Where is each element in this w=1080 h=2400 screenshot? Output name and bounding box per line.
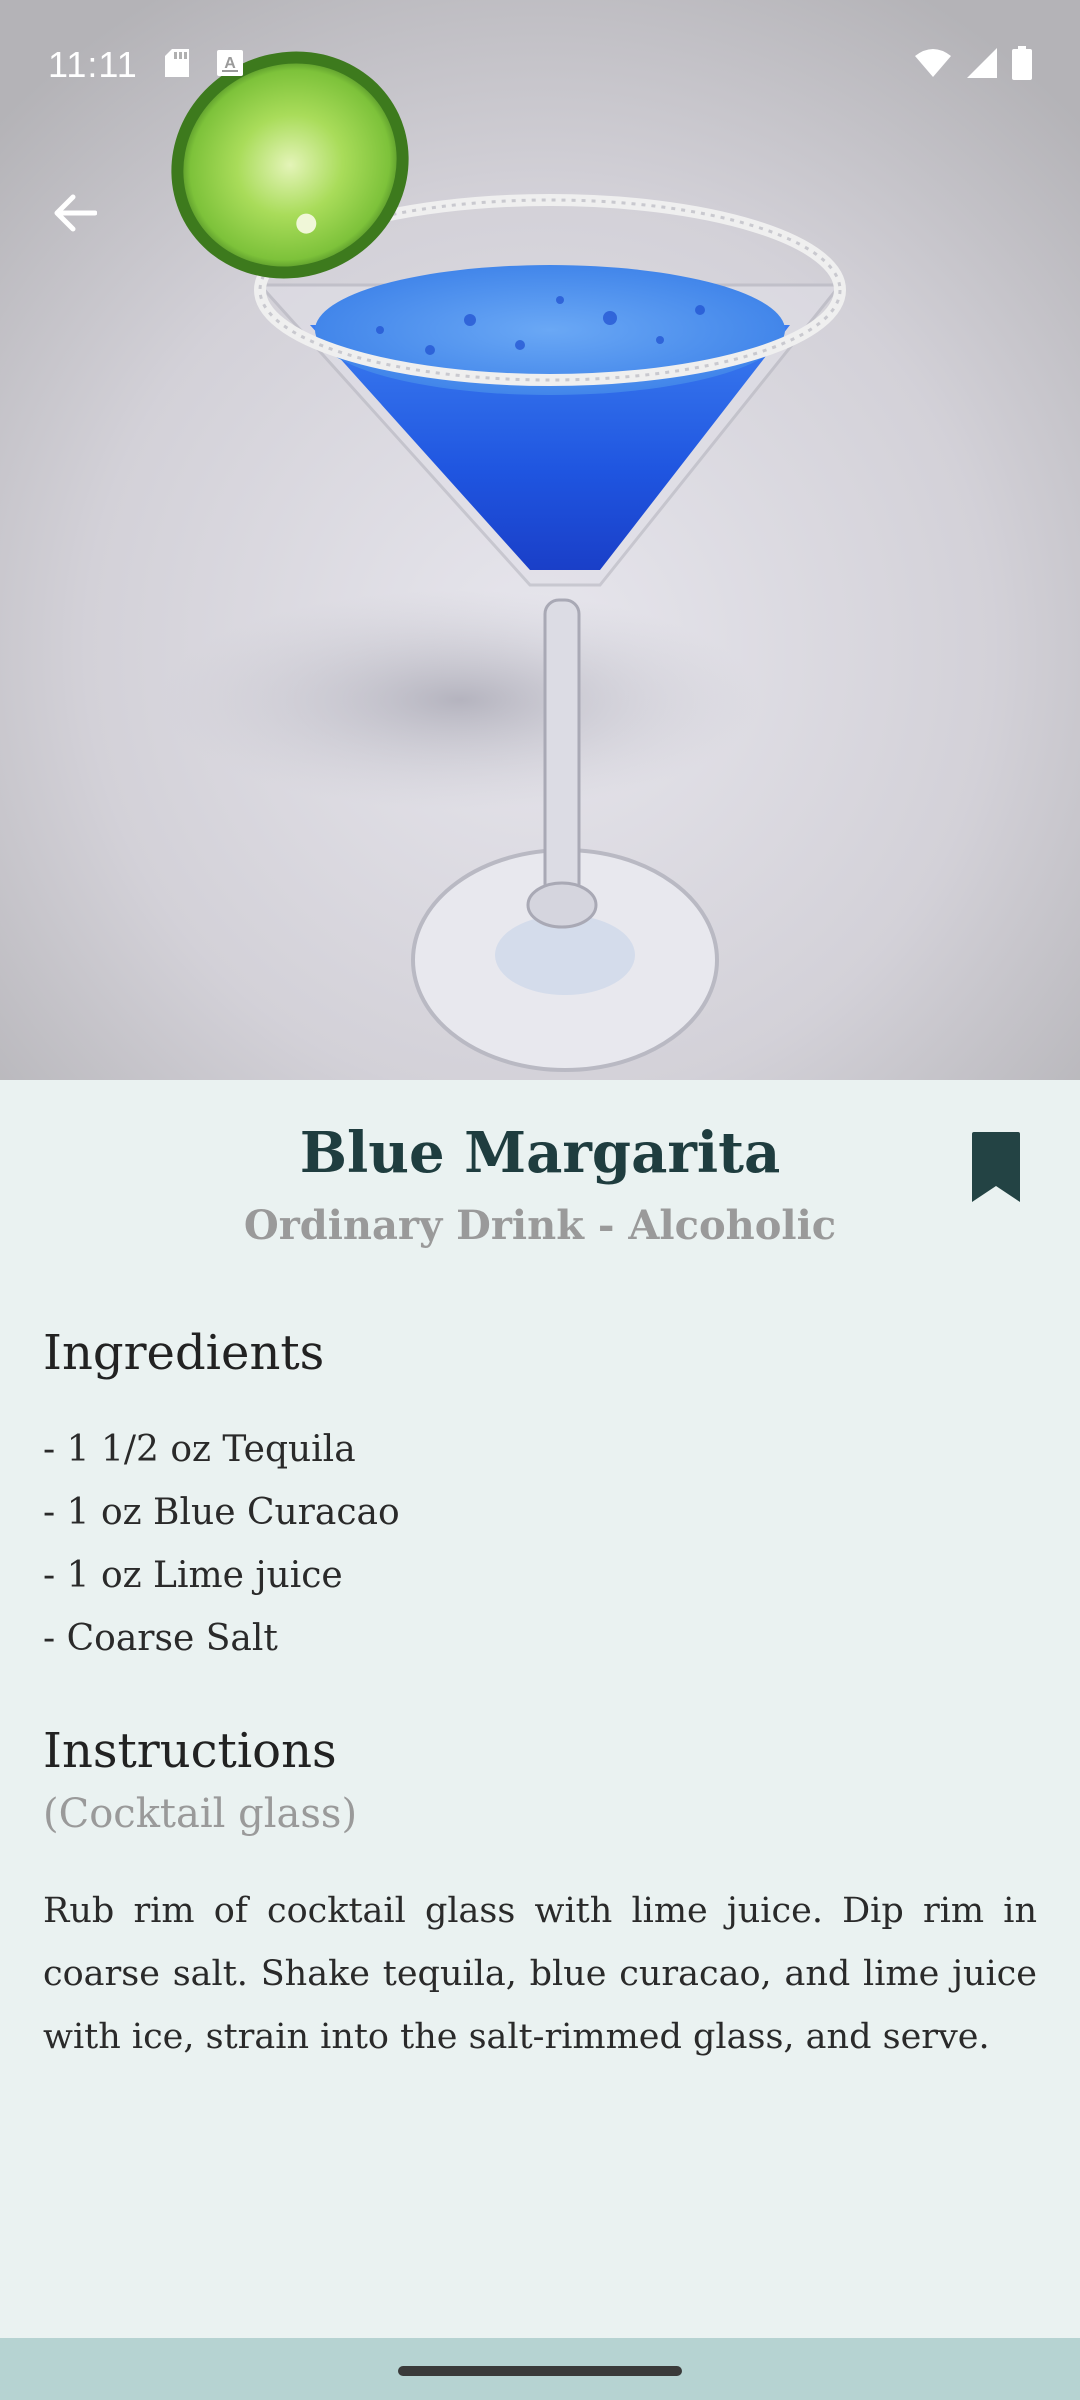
status-time: 11:11 — [48, 44, 138, 85]
ingredient-item: - Coarse Salt — [43, 1618, 278, 1659]
home-indicator[interactable] — [398, 2366, 682, 2376]
arrow-left-icon — [53, 193, 98, 237]
back-button[interactable] — [40, 180, 110, 250]
status-bar-right — [914, 46, 1032, 84]
status-bar: 11:11 A — [0, 0, 1080, 130]
instructions-text: Rub rim of cocktail glass with lime juic… — [43, 1891, 1037, 2057]
glass-type: (Cocktail glass) — [43, 1791, 358, 1837]
bookmark-icon — [968, 1132, 1024, 1210]
bookmark-button[interactable] — [968, 1130, 1024, 1206]
status-bar-left: 11:11 A — [48, 44, 244, 86]
battery-icon — [1012, 46, 1032, 84]
drink-title: Blue Margarita — [299, 1120, 781, 1186]
instructions-heading: Instructions — [43, 1723, 337, 1779]
ingredients-list: - 1 1/2 oz Tequila - 1 oz Blue Curacao -… — [43, 1418, 400, 1670]
ingredients-heading: Ingredients — [43, 1325, 325, 1381]
drink-hero-image — [0, 0, 1080, 1080]
blue-margarita-photo — [0, 0, 1080, 1080]
drink-detail-screen: 11:11 A Blue Margarita Ordinary Drink - … — [0, 0, 1080, 2400]
svg-text:A: A — [224, 55, 236, 72]
ingredient-item: - 1 1/2 oz Tequila — [43, 1429, 356, 1470]
ingredient-item: - 1 oz Lime juice — [43, 1555, 343, 1596]
drink-category: Ordinary Drink - Alcoholic — [243, 1202, 837, 1249]
drink-details: Blue Margarita Ordinary Drink - Alcoholi… — [0, 1080, 1080, 2338]
sd-card-icon — [164, 48, 190, 82]
ingredient-item: - 1 oz Blue Curacao — [43, 1492, 400, 1533]
wifi-icon — [914, 48, 952, 82]
keyboard-a-icon: A — [216, 49, 244, 81]
signal-icon — [966, 47, 998, 83]
